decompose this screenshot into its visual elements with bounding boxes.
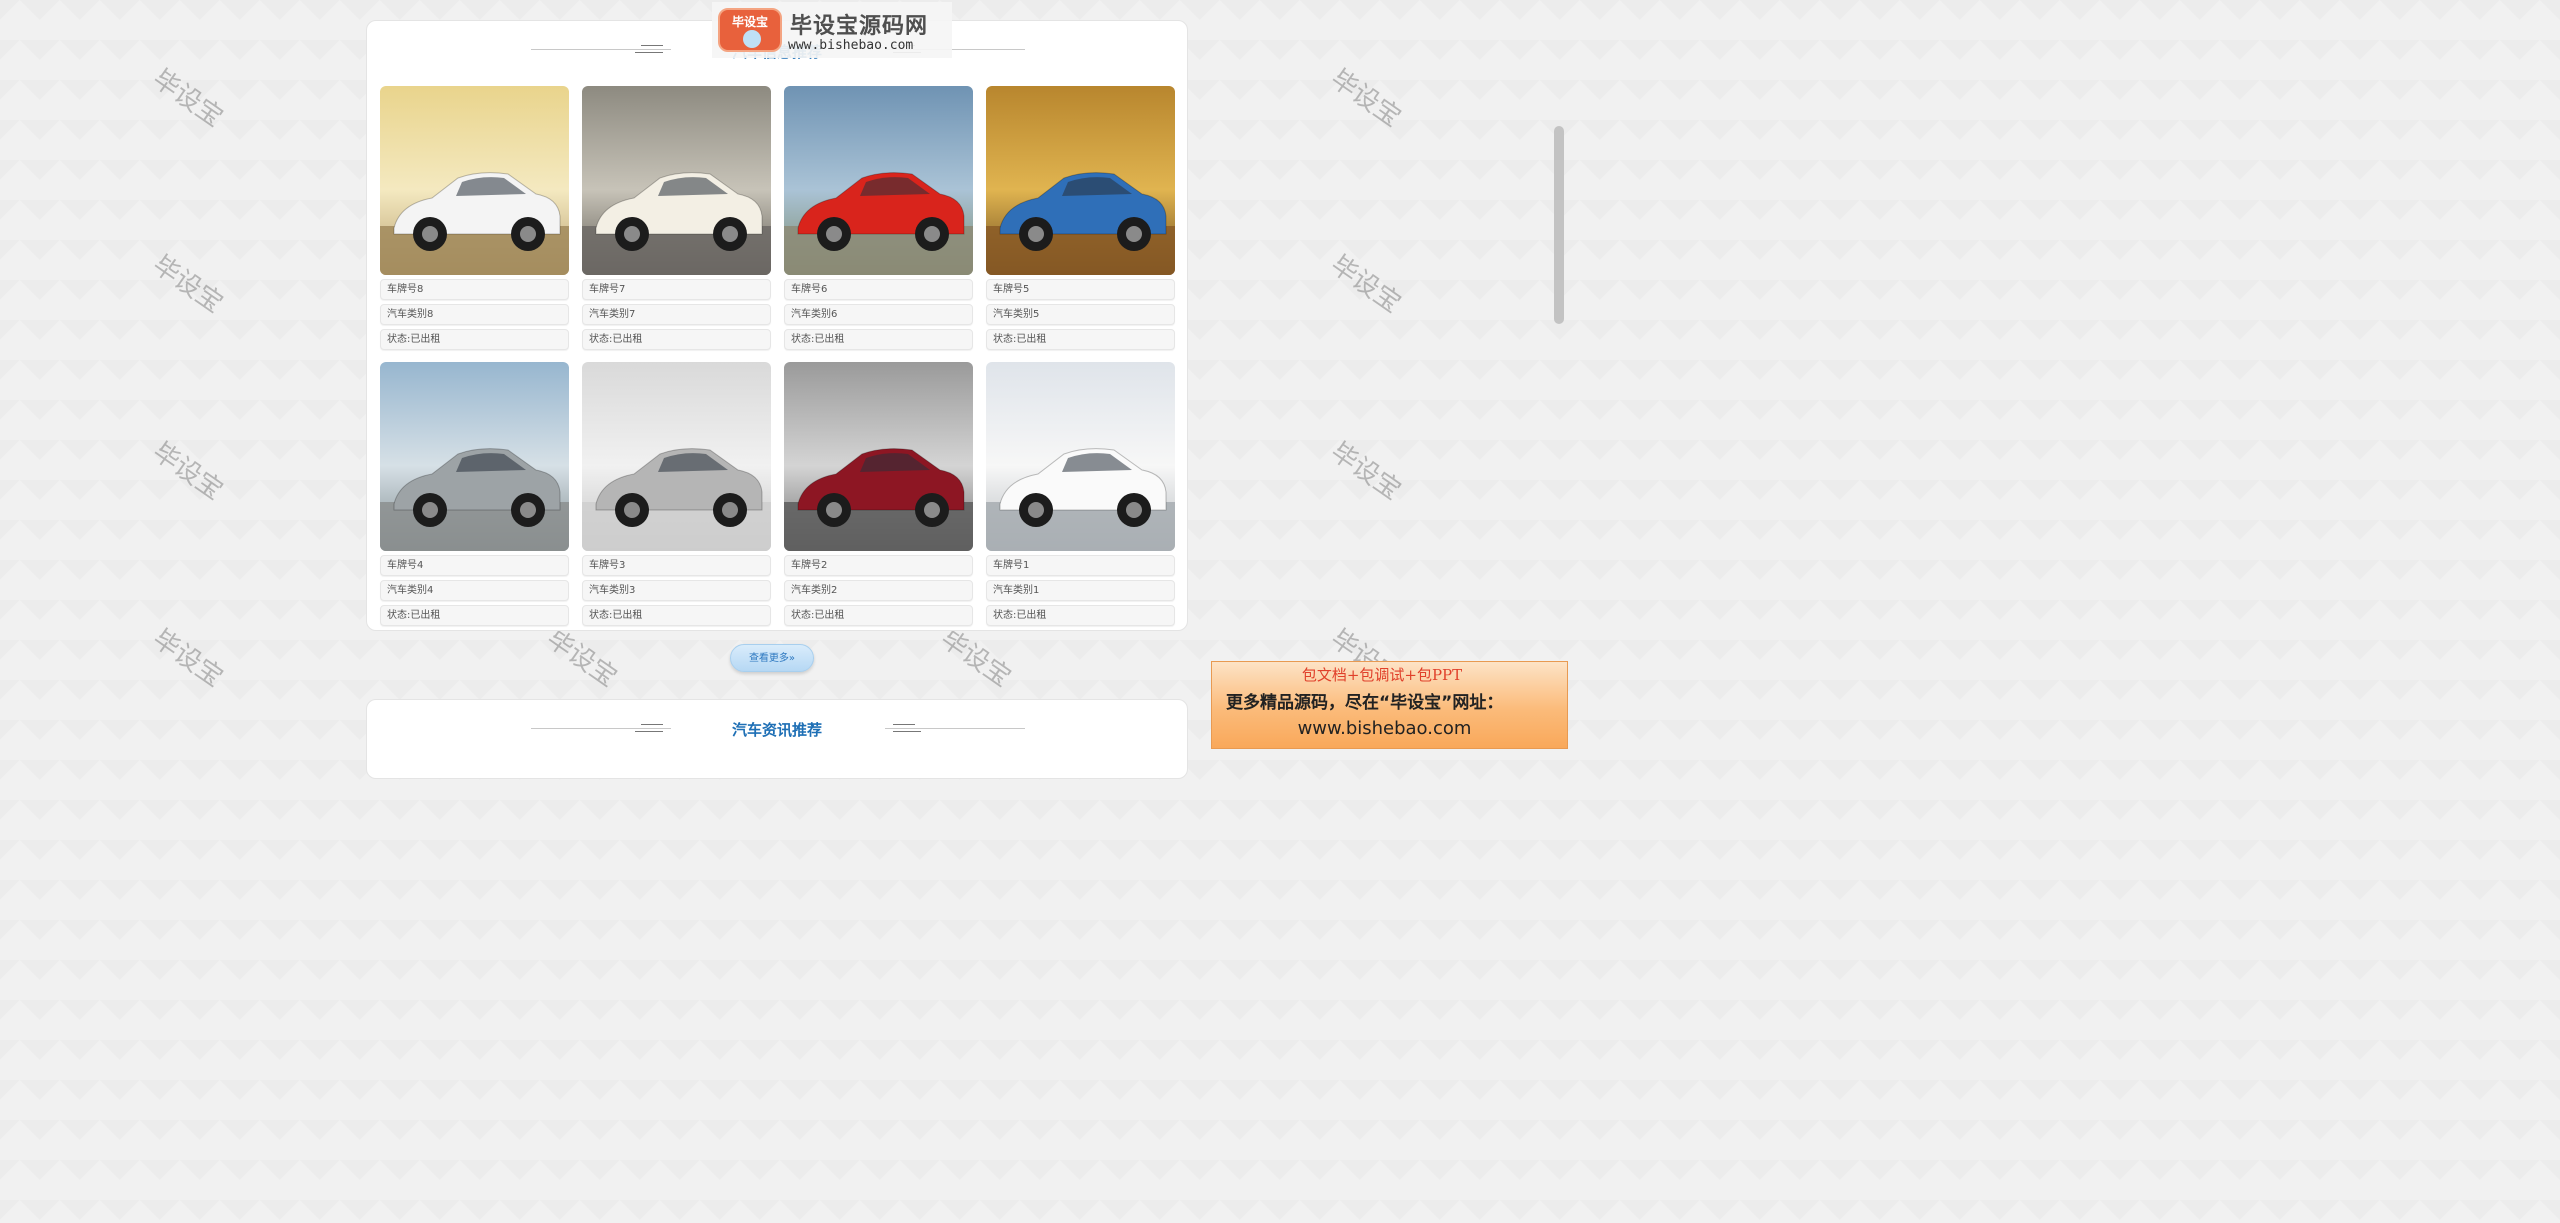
car-status: 状态:已出租 xyxy=(582,605,771,626)
car-type: 汽车类别1 xyxy=(986,580,1175,601)
car-plate: 车牌号8 xyxy=(380,279,569,300)
car-status: 状态:已出租 xyxy=(582,329,771,350)
car-image[interactable] xyxy=(582,86,771,275)
car-type: 汽车类别8 xyxy=(380,304,569,325)
car-plate: 车牌号5 xyxy=(986,279,1175,300)
car-plate: 车牌号7 xyxy=(582,279,771,300)
promo-banner[interactable]: 包文档+包调试+包PPT 更多精品源码，尽在“毕设宝”网址： www.bishe… xyxy=(1211,661,1568,749)
car-card[interactable]: 车牌号6 汽车类别6 状态:已出租 xyxy=(784,86,973,350)
car-news-panel: 汽车资讯推荐 xyxy=(366,699,1188,779)
car-plate: 车牌号6 xyxy=(784,279,973,300)
car-status: 状态:已出租 xyxy=(986,329,1175,350)
watermark-text: 毕设宝 xyxy=(147,436,229,507)
news-decoration-right xyxy=(885,722,1025,734)
car-type: 汽车类别3 xyxy=(582,580,771,601)
car-image[interactable] xyxy=(380,86,569,275)
watermark-text: 毕设宝 xyxy=(147,63,229,134)
car-plate: 车牌号1 xyxy=(986,555,1175,576)
car-status: 状态:已出租 xyxy=(380,605,569,626)
scrollbar-thumb[interactable] xyxy=(1554,126,1564,324)
logo-url: www.bishebao.com xyxy=(788,38,914,53)
logo-badge: 毕设宝 xyxy=(718,8,782,52)
car-type: 汽车类别5 xyxy=(986,304,1175,325)
promo-line-3: www.bishebao.com xyxy=(1297,718,1472,739)
watermark-text: 毕设宝 xyxy=(1325,249,1407,320)
car-card[interactable]: 车牌号5 汽车类别5 状态:已出租 xyxy=(986,86,1175,350)
promo-line-2: 更多精品源码，尽在“毕设宝”网址： xyxy=(1226,693,1504,713)
car-image[interactable] xyxy=(986,86,1175,275)
view-more-button[interactable]: 查看更多» xyxy=(730,644,814,672)
car-status: 状态:已出租 xyxy=(986,605,1175,626)
watermark-text: 毕设宝 xyxy=(1325,63,1407,134)
car-card[interactable]: 车牌号4 汽车类别4 状态:已出租 xyxy=(380,362,569,626)
promo-line-1: 包文档+包调试+包PPT xyxy=(1301,666,1463,684)
car-type: 汽车类别7 xyxy=(582,304,771,325)
car-image[interactable] xyxy=(986,362,1175,551)
lightbulb-icon xyxy=(743,30,761,48)
car-status: 状态:已出租 xyxy=(784,605,973,626)
car-card[interactable]: 车牌号2 汽车类别2 状态:已出租 xyxy=(784,362,973,626)
watermark-text: 毕设宝 xyxy=(147,249,229,320)
car-card[interactable]: 车牌号1 汽车类别1 状态:已出租 xyxy=(986,362,1175,626)
car-type: 汽车类别4 xyxy=(380,580,569,601)
site-logo[interactable]: 毕设宝 毕设宝源码网 www.bishebao.com xyxy=(712,2,952,58)
car-recommend-panel: 汽车信息推荐 车牌号8 汽车类别8 状态:已出租 车牌号7 汽 xyxy=(366,20,1188,631)
watermark-text: 毕设宝 xyxy=(147,623,229,694)
car-card[interactable]: 车牌号7 汽车类别7 状态:已出租 xyxy=(582,86,771,350)
logo-site-name: 毕设宝源码网 xyxy=(790,14,929,39)
car-status: 状态:已出租 xyxy=(380,329,569,350)
car-image[interactable] xyxy=(784,362,973,551)
news-section-title: 汽车资讯推荐 xyxy=(731,721,822,739)
car-image[interactable] xyxy=(582,362,771,551)
car-plate: 车牌号4 xyxy=(380,555,569,576)
car-plate: 车牌号3 xyxy=(582,555,771,576)
car-status: 状态:已出租 xyxy=(784,329,973,350)
watermark-text: 毕设宝 xyxy=(1325,436,1407,507)
car-card[interactable]: 车牌号8 汽车类别8 状态:已出租 xyxy=(380,86,569,350)
logo-badge-text: 毕设宝 xyxy=(731,15,768,29)
car-image[interactable] xyxy=(784,86,973,275)
car-plate: 车牌号2 xyxy=(784,555,973,576)
car-type: 汽车类别2 xyxy=(784,580,973,601)
car-card[interactable]: 车牌号3 汽车类别3 状态:已出租 xyxy=(582,362,771,626)
car-image[interactable] xyxy=(380,362,569,551)
car-type: 汽车类别6 xyxy=(784,304,973,325)
